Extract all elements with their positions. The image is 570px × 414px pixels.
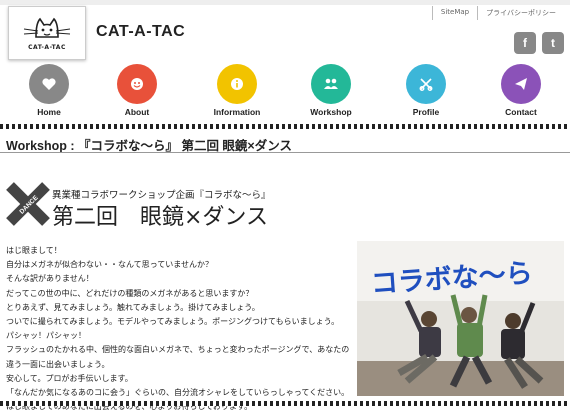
- paragraph: 自分はメガネが似合わない・・なんて思っていませんか？: [6, 260, 213, 270]
- twitter-icon[interactable]: t: [542, 32, 564, 54]
- paragraph: 違う一面に出会いましょう。: [6, 359, 110, 369]
- nav-item-home[interactable]: Home: [14, 64, 84, 117]
- people-icon: [311, 64, 351, 104]
- paragraph: そんな訳がありません！: [6, 274, 94, 284]
- paragraph: 「なんだか気になるあのコに会う」ぐらいの、自分流オシャレをしていらっしゃってくだ…: [6, 388, 350, 398]
- main-nav: Home About Information Workshop Profile …: [0, 64, 570, 119]
- bottom-checker: [0, 401, 570, 406]
- page-title: 第二回 眼鏡×ダンス: [52, 205, 268, 230]
- paragraph: 安心して。プロがお手伝いします。: [6, 373, 133, 383]
- social-links: f t: [514, 32, 564, 54]
- dance-badge: DANCE: [6, 182, 50, 230]
- scissors-icon: [406, 64, 446, 104]
- top-bar: [0, 0, 570, 5]
- nav-label: Workshop: [310, 107, 352, 117]
- article-body: はじ眼まして！ 自分はメガネが似合わない・・なんて思っていませんか？ そんな訳が…: [6, 244, 350, 414]
- cat-logo-icon: [23, 17, 71, 38]
- logo-text: CAT-A-TAC: [28, 44, 66, 51]
- nav-item-workshop[interactable]: Workshop: [296, 64, 366, 117]
- paragraph: フラッシュのたかれる中、個性的な面白いメガネで、ちょっと変わったポージングで、あ…: [6, 345, 350, 355]
- privacy-policy-link[interactable]: プライバシーポリシー: [477, 6, 564, 20]
- paragraph: だってこの世の中に、どれだけの種類のメガネがあると思いますか？: [6, 288, 254, 298]
- workshop-photo: コラボな～ら: [357, 241, 564, 396]
- smiley-icon: [117, 64, 157, 104]
- facebook-icon[interactable]: f: [514, 32, 536, 54]
- sitemap-link[interactable]: SiteMap: [431, 6, 477, 20]
- nav-label: About: [124, 107, 150, 117]
- nav-label: Contact: [505, 107, 537, 117]
- nav-item-information[interactable]: Information: [202, 64, 272, 117]
- nav-item-profile[interactable]: Profile: [391, 64, 461, 117]
- nav-item-contact[interactable]: Contact: [486, 64, 556, 117]
- paragraph: はじ眼まして！: [6, 246, 62, 255]
- paragraph: とりあえず、見てみましょう。触れてみましょう。掛けてみましょう。: [6, 302, 260, 312]
- nav-label: Profile: [412, 107, 440, 117]
- paragraph: ついでに撮られてみましょう。モデルやってみましょう。ポージングつけてもらいましょ…: [6, 317, 340, 327]
- nav-label: Home: [37, 107, 61, 117]
- heading-divider: [0, 152, 570, 153]
- site-title[interactable]: CAT-A-TAC: [96, 23, 185, 41]
- nav-label: Information: [213, 107, 261, 117]
- checker-divider: [0, 124, 570, 129]
- paper-plane-icon: [501, 64, 541, 104]
- info-icon: [217, 64, 257, 104]
- logo[interactable]: CAT-A-TAC: [8, 6, 86, 60]
- nav-item-about[interactable]: About: [102, 64, 172, 117]
- paragraph: パシャッ！パシャッ！: [6, 331, 86, 341]
- top-links: SiteMap プライバシーポリシー: [431, 6, 564, 20]
- heart-icon: [29, 64, 69, 104]
